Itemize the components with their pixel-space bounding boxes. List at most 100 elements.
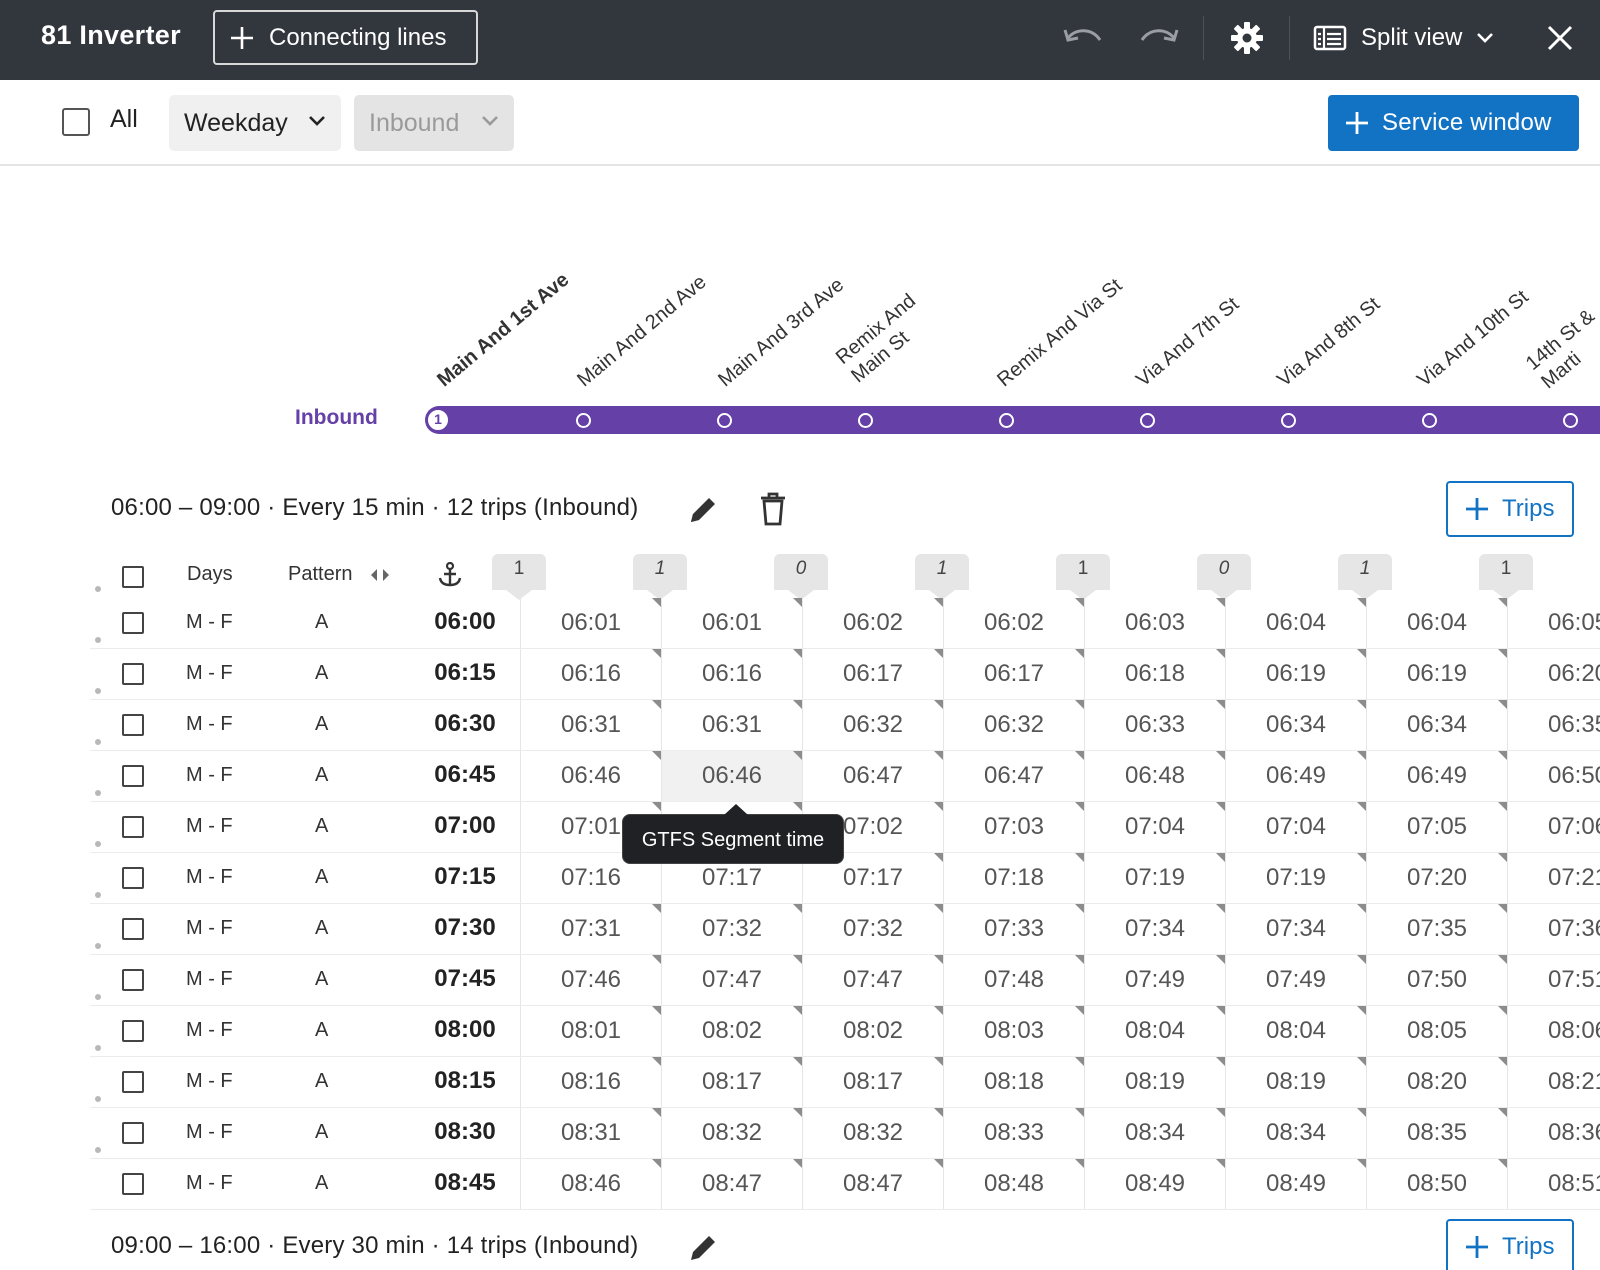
stop-time-cell[interactable]: 06:02 <box>802 598 944 648</box>
stop-time-cell[interactable]: 07:47 <box>661 955 803 1005</box>
segment-time-tab[interactable]: 0 <box>774 554 828 600</box>
stop-time-cell[interactable]: 08:03 <box>943 1006 1085 1056</box>
table-row[interactable]: M - F A 06:15 06:16 06:16 06:17 06:17 06:18 06:1… <box>90 649 1600 700</box>
stop-time-cell[interactable]: 06:31 <box>661 700 803 750</box>
row-checkbox[interactable] <box>122 1173 144 1195</box>
stop-time-cell[interactable]: 06:18 <box>1084 649 1226 699</box>
stop-time-cell[interactable]: 08:47 <box>661 1159 803 1209</box>
stop-time-cell[interactable]: 08:05 <box>1366 1006 1508 1056</box>
stop-time-cell[interactable]: 08:31 <box>520 1108 662 1158</box>
stop-time-cell[interactable]: 07:05 <box>1366 802 1508 852</box>
trash-icon[interactable] <box>759 492 787 526</box>
stop-time-cell[interactable]: 07:31 <box>520 904 662 954</box>
row-checkbox[interactable] <box>122 714 144 736</box>
stop-time-cell[interactable]: 07:19 <box>1084 853 1226 903</box>
pencil-icon[interactable] <box>687 1232 719 1264</box>
stop-time-cell[interactable]: 06:32 <box>802 700 944 750</box>
row-checkbox[interactable] <box>122 1122 144 1144</box>
stop-time-cell[interactable]: 06:04 <box>1366 598 1508 648</box>
connecting-lines-button[interactable]: Connecting lines <box>213 10 478 65</box>
table-row[interactable]: M - F A 06:00 06:01 06:01 06:02 06:02 06:03 06:0… <box>90 598 1600 649</box>
stop-name[interactable]: Via And 10th St <box>1413 285 1534 392</box>
stop-time-cell[interactable]: 06:46 <box>520 751 662 801</box>
stop-time-cell[interactable]: 08:34 <box>1225 1108 1367 1158</box>
stop-name[interactable]: Main And 1st Ave <box>433 268 574 392</box>
stop-name[interactable]: Main And 3rd Ave <box>714 273 849 392</box>
segment-time-tab[interactable]: 1 <box>492 554 546 600</box>
stop-time-cell[interactable]: 06:34 <box>1225 700 1367 750</box>
stop-marker[interactable] <box>1563 413 1578 428</box>
stop-time-cell[interactable]: 06:31 <box>520 700 662 750</box>
undo-icon[interactable] <box>1062 24 1104 54</box>
row-checkbox[interactable] <box>122 969 144 991</box>
table-row[interactable]: M - F A 08:30 08:31 08:32 08:32 08:33 08:34 08:3… <box>90 1108 1600 1159</box>
stop-time-cell[interactable]: 08:35 <box>1366 1108 1508 1158</box>
add-trips-button[interactable]: Trips <box>1446 1219 1574 1270</box>
row-checkbox[interactable] <box>122 663 144 685</box>
stop-time-cell[interactable]: 06:01 <box>661 598 803 648</box>
stop-time-cell[interactable]: 08:20 <box>1366 1057 1508 1107</box>
stop-time-cell[interactable]: 06:48 <box>1084 751 1226 801</box>
segment-time-tab[interactable]: 1 <box>1479 554 1533 600</box>
table-row[interactable]: M - F A 07:45 07:46 07:47 07:47 07:48 07:49 07:4… <box>90 955 1600 1006</box>
stop-time-cell[interactable]: 06:01 <box>520 598 662 648</box>
segment-time-tab[interactable]: 1 <box>915 554 969 600</box>
stop-time-cell[interactable]: 08:51 <box>1507 1159 1600 1209</box>
row-checkbox[interactable] <box>122 1071 144 1093</box>
stop-time-cell[interactable]: 08:04 <box>1225 1006 1367 1056</box>
stop-time-cell[interactable]: 07:04 <box>1084 802 1226 852</box>
row-departure-time[interactable]: 06:45 <box>415 761 515 789</box>
stop-time-cell[interactable]: 07:35 <box>1366 904 1508 954</box>
table-row[interactable]: M - F A 08:00 08:01 08:02 08:02 08:03 08:04 08:0… <box>90 1006 1600 1057</box>
first-stop-marker[interactable]: 1 <box>426 408 450 432</box>
row-checkbox[interactable] <box>122 612 144 634</box>
stop-time-cell[interactable]: 06:49 <box>1225 751 1367 801</box>
close-icon[interactable] <box>1546 24 1574 52</box>
stop-time-cell[interactable]: 06:17 <box>943 649 1085 699</box>
stop-time-cell[interactable]: 08:17 <box>661 1057 803 1107</box>
stop-time-cell[interactable]: 08:46 <box>520 1159 662 1209</box>
stop-marker[interactable] <box>576 413 591 428</box>
row-departure-time[interactable]: 07:45 <box>415 965 515 993</box>
stop-time-cell[interactable]: 07:06 <box>1507 802 1600 852</box>
stop-marker[interactable] <box>1422 413 1437 428</box>
stop-time-cell[interactable]: 06:16 <box>661 649 803 699</box>
stop-time-cell[interactable]: 08:21 <box>1507 1057 1600 1107</box>
stop-marker[interactable] <box>717 413 732 428</box>
stop-time-cell[interactable]: 08:02 <box>661 1006 803 1056</box>
select-all-checkbox[interactable] <box>62 108 90 136</box>
row-checkbox[interactable] <box>122 1020 144 1042</box>
stop-time-cell[interactable]: 08:02 <box>802 1006 944 1056</box>
stop-time-cell[interactable]: 08:49 <box>1225 1159 1367 1209</box>
row-checkbox[interactable] <box>122 816 144 838</box>
stop-time-cell[interactable]: 07:18 <box>943 853 1085 903</box>
stop-time-cell[interactable]: 08:04 <box>1084 1006 1226 1056</box>
row-departure-time[interactable]: 06:30 <box>415 710 515 738</box>
row-checkbox[interactable] <box>122 918 144 940</box>
row-checkbox[interactable] <box>122 867 144 889</box>
stop-time-cell[interactable]: 07:49 <box>1084 955 1226 1005</box>
redo-icon[interactable] <box>1138 24 1180 54</box>
pattern-column-header[interactable]: Pattern <box>288 563 352 586</box>
stop-time-cell[interactable]: 08:36 <box>1507 1108 1600 1158</box>
stop-time-cell[interactable]: 08:16 <box>520 1057 662 1107</box>
row-departure-time[interactable]: 06:00 <box>415 608 515 636</box>
stop-time-cell[interactable]: 07:03 <box>943 802 1085 852</box>
stop-time-cell[interactable]: 08:50 <box>1366 1159 1508 1209</box>
stop-time-cell[interactable]: 07:04 <box>1225 802 1367 852</box>
stop-time-cell[interactable]: 08:19 <box>1084 1057 1226 1107</box>
arrows-horizontal-icon[interactable] <box>369 568 391 582</box>
row-departure-time[interactable]: 06:15 <box>415 659 515 687</box>
stop-time-cell[interactable]: 06:03 <box>1084 598 1226 648</box>
stop-name[interactable]: Remix And Via St <box>993 274 1127 392</box>
stop-time-cell[interactable]: 08:32 <box>802 1108 944 1158</box>
stop-time-cell[interactable]: 08:32 <box>661 1108 803 1158</box>
stop-time-cell[interactable]: 06:33 <box>1084 700 1226 750</box>
row-departure-time[interactable]: 08:30 <box>415 1118 515 1146</box>
table-row[interactable]: M - F A 08:45 08:46 08:47 08:47 08:48 08:49 08:4… <box>90 1159 1600 1210</box>
table-row[interactable]: M - F A 07:15 07:16 07:17 07:17 07:18 07:19 07:1… <box>90 853 1600 904</box>
stop-time-cell[interactable]: 08:06 <box>1507 1006 1600 1056</box>
stop-time-cell[interactable]: 06:50 <box>1507 751 1600 801</box>
add-service-window-button[interactable]: Service window <box>1328 95 1579 151</box>
row-departure-time[interactable]: 07:00 <box>415 812 515 840</box>
